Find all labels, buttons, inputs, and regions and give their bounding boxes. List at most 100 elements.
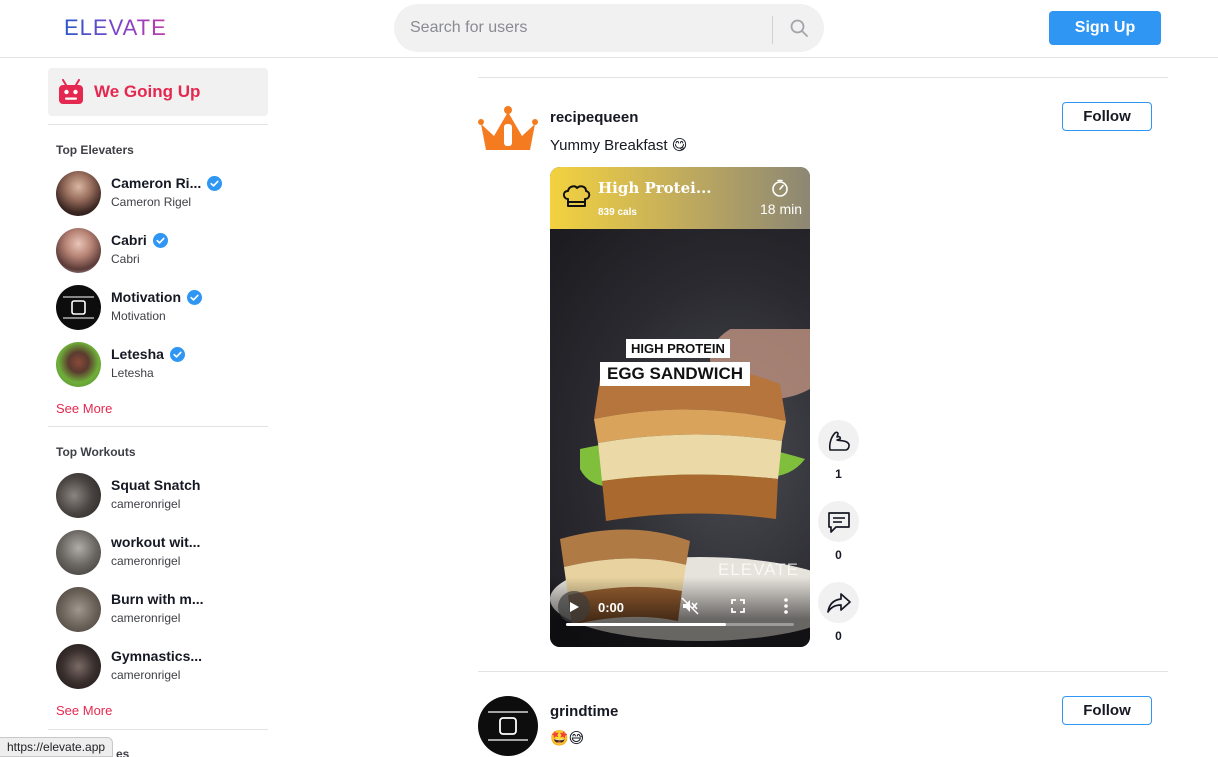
top-elevater-row[interactable]: Motivation Motivation xyxy=(56,285,268,331)
sign-up-button[interactable]: Sign Up xyxy=(1049,11,1161,45)
share-button[interactable] xyxy=(818,582,859,623)
timer-icon xyxy=(772,179,788,197)
workout-thumbnail xyxy=(56,530,101,575)
share-count: 0 xyxy=(835,629,842,643)
user-name: Cameron Ri... xyxy=(111,175,223,191)
workout-name: Gymnastics... xyxy=(111,648,203,664)
play-button[interactable] xyxy=(558,591,590,623)
verified-badge-icon xyxy=(207,175,223,191)
user-name: Letesha xyxy=(111,346,185,362)
verified-badge-icon xyxy=(152,232,168,248)
motivation-logo-icon xyxy=(63,296,94,319)
workout-name: Burn with m... xyxy=(111,591,204,607)
grindtime-avatar-image xyxy=(478,696,538,756)
user-display-name: Motivation xyxy=(111,309,166,323)
elevate-logo[interactable]: ELEVATE xyxy=(64,17,167,39)
comment-button[interactable] xyxy=(818,501,859,542)
workout-author: cameronrigel xyxy=(111,668,181,682)
top-elevater-row[interactable]: Cabri Cabri xyxy=(56,228,268,274)
top-elevater-row[interactable]: Cameron Ri... Cameron Rigel xyxy=(56,171,268,217)
workout-thumbnail xyxy=(56,644,101,689)
post-caption: 🤩😅 xyxy=(550,730,585,747)
post-caption: Yummy Breakfast 😋 xyxy=(550,137,688,154)
sidebar-divider xyxy=(48,729,268,730)
third-section-title-partial: es xyxy=(116,747,130,757)
user-display-name: Letesha xyxy=(111,366,154,380)
video-current-time: 0:00 xyxy=(598,600,625,615)
robot-tv-icon xyxy=(59,79,83,104)
verified-badge-icon xyxy=(187,289,202,305)
sidebar-divider xyxy=(48,124,268,125)
sidebar: We Going Up Top Elevaters Cameron Ri... … xyxy=(48,58,268,757)
post-username[interactable]: recipequeen xyxy=(550,109,638,126)
recipe-time: 18 min xyxy=(760,201,803,217)
workout-author: cameronrigel xyxy=(111,554,181,568)
flex-button[interactable] xyxy=(818,420,859,461)
top-elevaters-title: Top Elevaters xyxy=(56,143,134,157)
search-button[interactable] xyxy=(774,4,824,52)
avatar xyxy=(56,342,101,387)
muted-speaker-icon xyxy=(681,597,699,615)
top-elevater-row[interactable]: Letesha Letesha xyxy=(56,342,268,388)
workout-author: cameronrigel xyxy=(111,611,181,625)
post-username[interactable]: grindtime xyxy=(550,703,618,720)
top-workout-row[interactable]: Burn with m... cameronrigel xyxy=(56,587,268,633)
workout-thumbnail xyxy=(56,587,101,632)
top-workout-row[interactable]: Squat Snatch cameronrigel xyxy=(56,473,268,519)
video-overlay-line2: EGG SANDWICH xyxy=(600,362,750,386)
sidebar-divider xyxy=(48,426,268,427)
user-display-name: Cabri xyxy=(111,252,140,266)
see-more-elevaters-link[interactable]: See More xyxy=(56,401,112,416)
share-arrow-icon xyxy=(826,592,851,613)
post-avatar[interactable] xyxy=(478,696,538,756)
search-divider xyxy=(772,16,773,44)
verified-badge-icon xyxy=(169,346,185,362)
fullscreen-icon xyxy=(731,599,745,613)
video-overlay-line1: HIGH PROTEIN xyxy=(626,339,730,358)
recipe-banner[interactable]: High Protei... 839 cals 18 min xyxy=(550,167,810,229)
mute-button[interactable] xyxy=(681,597,699,615)
logo-text: ELEVATE xyxy=(64,15,167,40)
video-progress-bar[interactable] xyxy=(566,623,794,626)
play-icon xyxy=(570,602,579,612)
comment-icon xyxy=(827,511,850,533)
fullscreen-button[interactable] xyxy=(729,597,747,615)
top-header: ELEVATE Sign Up xyxy=(0,0,1218,58)
fist-logo-icon xyxy=(488,711,528,741)
search-bar xyxy=(394,4,824,52)
chef-hat-icon xyxy=(562,185,591,207)
user-name: Cabri xyxy=(111,232,168,248)
user-name: Motivation xyxy=(111,289,202,305)
top-workout-row[interactable]: Gymnastics... cameronrigel xyxy=(56,644,268,690)
follow-button[interactable]: Follow xyxy=(1062,696,1152,725)
browser-status-url: https://elevate.app xyxy=(0,737,114,757)
recipe-title: High Protei... xyxy=(598,179,712,197)
search-input[interactable] xyxy=(410,4,768,52)
user-display-name: Cameron Rigel xyxy=(111,195,192,209)
video-player[interactable]: High Protei... 839 cals 18 min HIGH PROT… xyxy=(550,167,810,647)
feed-divider xyxy=(478,671,1168,672)
avatar xyxy=(56,171,101,216)
post-avatar[interactable] xyxy=(478,104,538,164)
feed-divider xyxy=(478,77,1168,78)
workout-thumbnail xyxy=(56,473,101,518)
avatar xyxy=(56,285,101,330)
crown-whisk-logo-icon xyxy=(478,106,538,150)
flexed-arm-icon xyxy=(828,431,850,451)
kebab-menu-icon xyxy=(784,598,788,614)
recipe-calories: 839 cals xyxy=(598,207,637,218)
search-icon xyxy=(790,19,808,37)
video-progress-fill xyxy=(566,623,726,626)
top-workout-row[interactable]: workout wit... cameronrigel xyxy=(56,530,268,576)
top-workouts-title: Top Workouts xyxy=(56,445,136,459)
avatar xyxy=(56,228,101,273)
video-controls: 0:00 xyxy=(550,577,810,647)
nav-item-we-going-up[interactable]: We Going Up xyxy=(48,68,268,116)
see-more-workouts-link[interactable]: See More xyxy=(56,703,112,718)
nav-item-label: We Going Up xyxy=(94,82,201,101)
comment-count: 0 xyxy=(835,548,842,562)
workout-name: workout wit... xyxy=(111,534,201,550)
workout-author: cameronrigel xyxy=(111,497,181,511)
follow-button[interactable]: Follow xyxy=(1062,102,1152,131)
more-options-button[interactable] xyxy=(777,597,795,615)
